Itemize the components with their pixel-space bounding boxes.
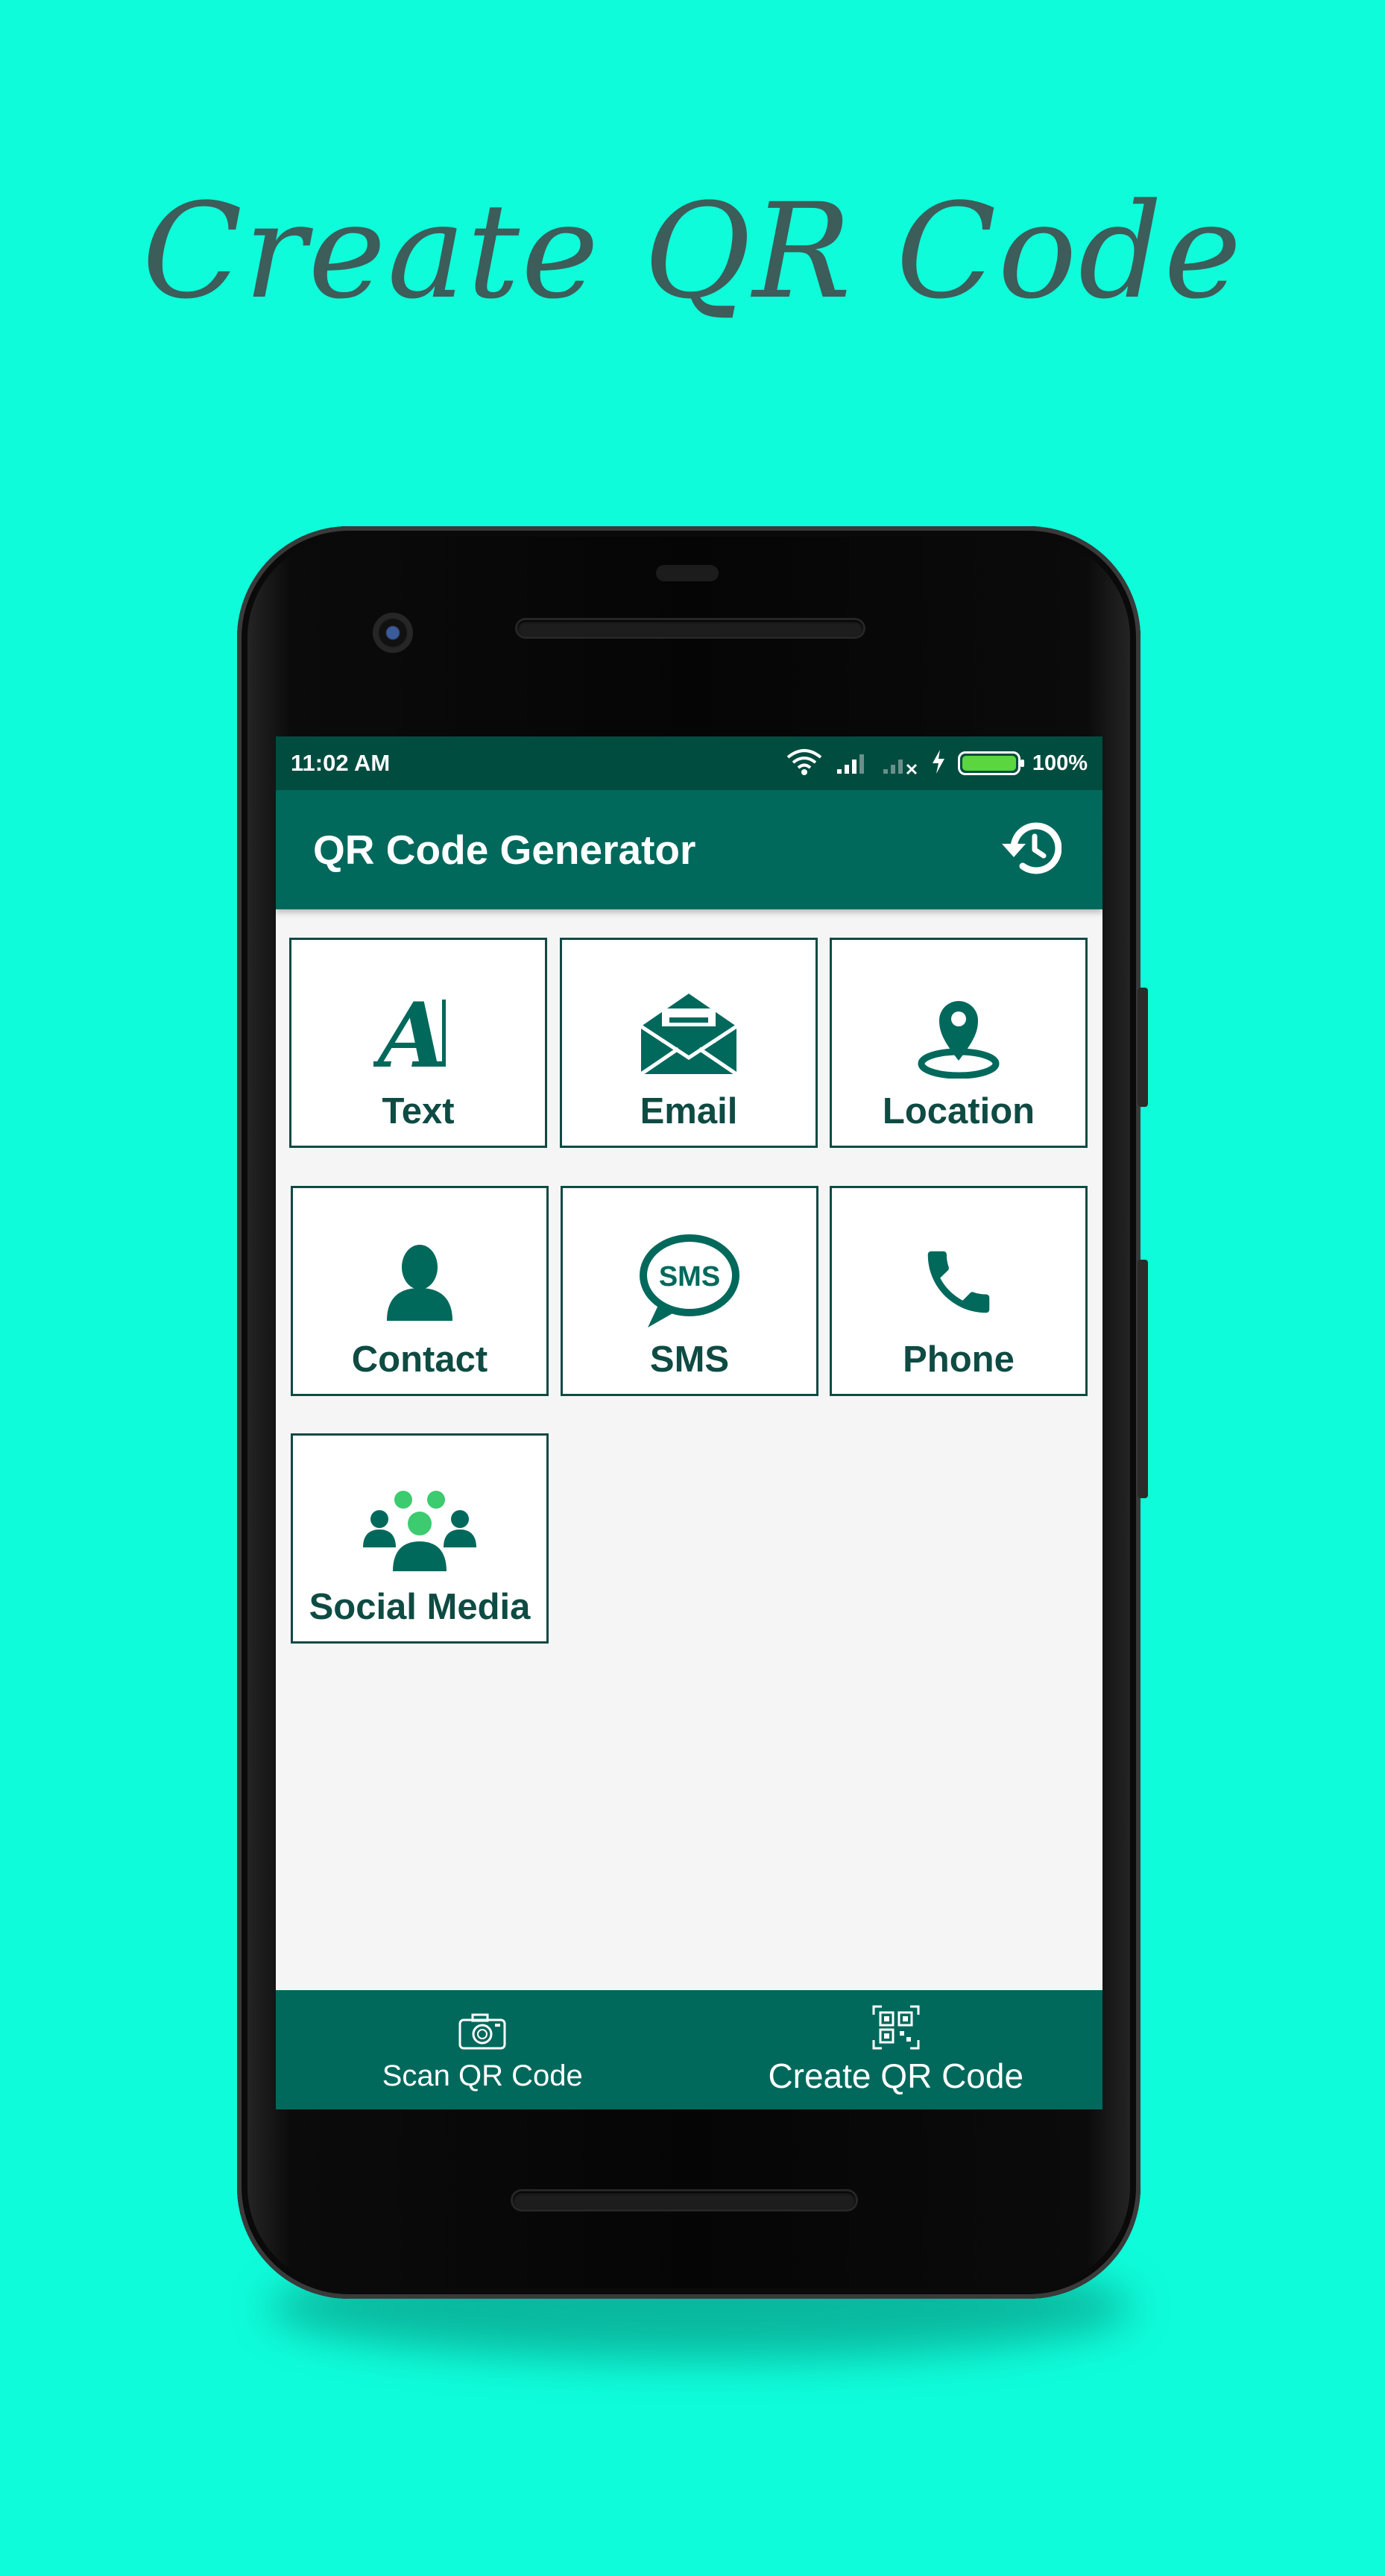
top-speaker bbox=[517, 620, 863, 637]
tile-social-media[interactable]: Social Media bbox=[291, 1433, 549, 1644]
tile-label: Phone bbox=[903, 1339, 1015, 1380]
tile-sms[interactable]: SMS SMS bbox=[561, 1186, 818, 1396]
tile-label: Contact bbox=[351, 1339, 488, 1380]
camera-icon bbox=[458, 2007, 507, 2055]
history-icon bbox=[997, 818, 1062, 882]
nav-label: Create QR Code bbox=[768, 2056, 1024, 2095]
tile-contact[interactable]: Contact bbox=[291, 1186, 549, 1396]
svg-text:A: A bbox=[373, 989, 447, 1079]
app-title: QR Code Generator bbox=[313, 827, 696, 873]
battery-level bbox=[962, 756, 1016, 771]
battery-icon bbox=[957, 751, 1024, 775]
sms-icon: SMS bbox=[630, 1230, 749, 1334]
power-button bbox=[1138, 1260, 1148, 1498]
social-media-icon bbox=[360, 1477, 479, 1582]
tile-label: Social Media bbox=[309, 1587, 531, 1627]
status-bar: 11:02 AM 100% bbox=[276, 736, 1102, 790]
tile-text[interactable]: A Text bbox=[289, 938, 547, 1148]
email-icon bbox=[629, 982, 748, 1086]
battery-percent: 100% bbox=[1032, 751, 1088, 775]
nav-label: Scan QR Code bbox=[382, 2059, 583, 2092]
earpiece bbox=[656, 565, 719, 581]
volume-button bbox=[1138, 988, 1148, 1107]
app-bar: QR Code Generator bbox=[276, 790, 1102, 909]
qr-code-icon bbox=[871, 2004, 921, 2051]
phone-icon bbox=[899, 1230, 1018, 1334]
bottom-nav: Scan QR Code Create QR Code bbox=[276, 1990, 1102, 2109]
tile-label: SMS bbox=[649, 1339, 730, 1380]
phone-screen: 11:02 AM 100% QR Code Generator A Text E… bbox=[276, 736, 1102, 2109]
tile-label: Email bbox=[640, 1091, 738, 1131]
bottom-speaker bbox=[513, 2191, 856, 2209]
text-icon: A bbox=[359, 982, 478, 1086]
wifi-icon bbox=[785, 747, 824, 780]
signal-strength-icon bbox=[836, 748, 870, 779]
signal-no-sim-icon bbox=[882, 748, 919, 779]
tile-email[interactable]: Email bbox=[560, 938, 818, 1148]
contact-icon bbox=[360, 1230, 479, 1334]
location-icon bbox=[899, 982, 1018, 1086]
nav-create-qr-code[interactable]: Create QR Code bbox=[690, 1990, 1103, 2109]
tile-label: Text bbox=[382, 1091, 455, 1131]
tile-phone[interactable]: Phone bbox=[830, 1186, 1088, 1396]
front-camera bbox=[373, 613, 413, 653]
history-button[interactable] bbox=[994, 814, 1065, 886]
nav-scan-qr-code[interactable]: Scan QR Code bbox=[276, 1990, 690, 2109]
charging-icon bbox=[931, 749, 946, 777]
status-time: 11:02 AM bbox=[291, 750, 391, 776]
sms-icon-text: SMS bbox=[659, 1261, 720, 1292]
status-icons: 100% bbox=[785, 747, 1088, 780]
promo-title: Create QR Code bbox=[142, 175, 1243, 328]
tile-location[interactable]: Location bbox=[830, 938, 1088, 1148]
tile-label: Location bbox=[882, 1091, 1035, 1131]
